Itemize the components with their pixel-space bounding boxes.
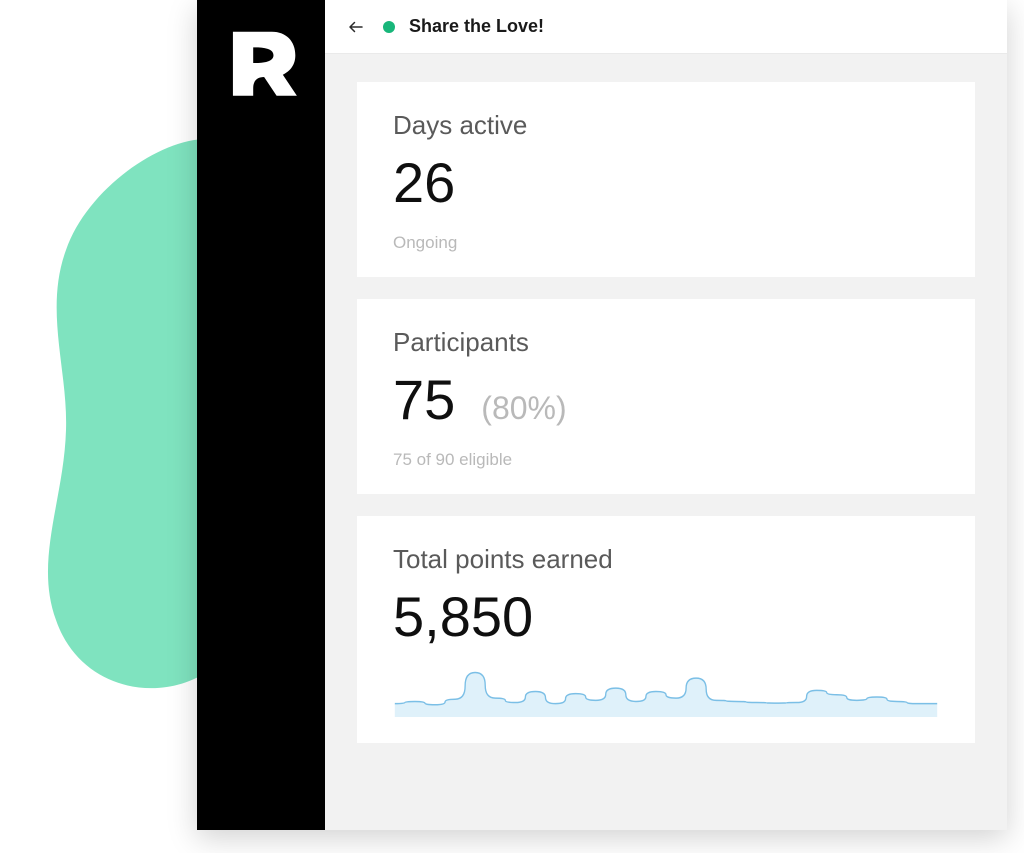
participants-value: 75 <box>393 372 455 428</box>
header: Share the Love! <box>325 0 1007 54</box>
participants-card: Participants 75 (80%) 75 of 90 eligible <box>357 299 975 494</box>
days-active-label: Days active <box>393 110 939 141</box>
participants-percent: (80%) <box>481 390 566 427</box>
days-active-card: Days active 26 Ongoing <box>357 82 975 277</box>
arrow-left-icon <box>347 18 365 36</box>
app-logo <box>222 24 300 102</box>
app-window: Share the Love! Days active 26 Ongoing P… <box>197 0 1007 830</box>
cards-container: Days active 26 Ongoing Participants 75 (… <box>325 54 1007 743</box>
days-active-value: 26 <box>393 155 455 211</box>
participants-footnote: 75 of 90 eligible <box>393 450 939 470</box>
days-active-status: Ongoing <box>393 233 939 253</box>
points-card: Total points earned 5,850 <box>357 516 975 743</box>
participants-label: Participants <box>393 327 939 358</box>
points-sparkline <box>393 659 939 719</box>
main-panel: Share the Love! Days active 26 Ongoing P… <box>325 0 1007 830</box>
page-title: Share the Love! <box>409 16 544 37</box>
sidebar <box>197 0 325 830</box>
back-button[interactable] <box>343 14 369 40</box>
points-value: 5,850 <box>393 589 533 645</box>
points-label: Total points earned <box>393 544 939 575</box>
status-indicator-icon <box>383 21 395 33</box>
